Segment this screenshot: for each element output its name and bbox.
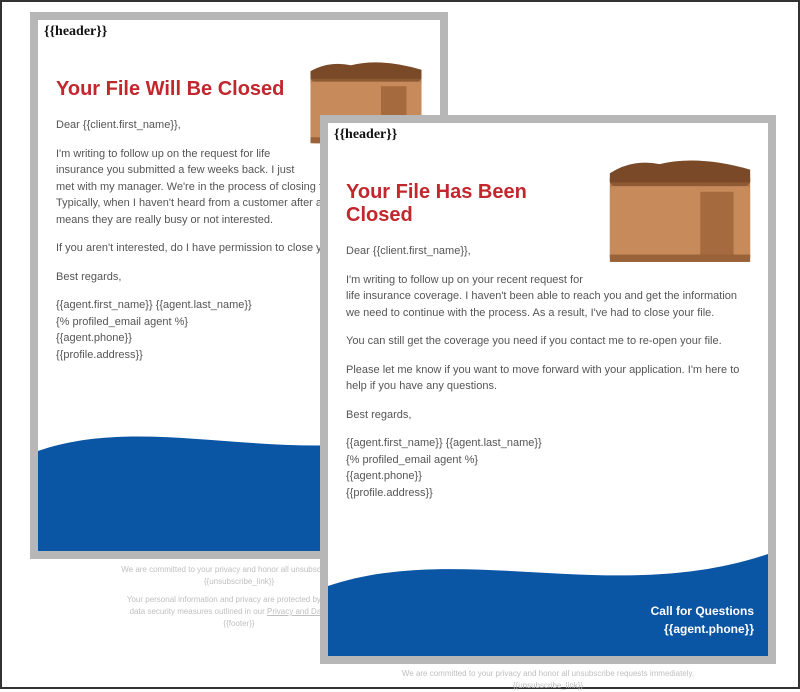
header-placeholder: {{header}}: [328, 123, 768, 143]
agent-email: {% profiled_email agent %}: [346, 454, 478, 466]
agent-phone: {{agent.phone}}: [56, 332, 132, 344]
file-folder-image: [606, 153, 754, 273]
agent-name: {{agent.first_name}} {{agent.last_name}}: [346, 437, 542, 449]
blue-wave: [328, 536, 768, 656]
paragraph-3: Please let me know if you want to move f…: [346, 362, 750, 395]
agent-email: {% profiled_email agent %}: [56, 316, 188, 328]
signature-block: {{agent.first_name}} {{agent.last_name}}…: [346, 435, 750, 501]
footer-unsubscribe: {{unsubscribe_link}}: [320, 680, 776, 692]
email-body: Dear {{client.first_name}}, I'm writing …: [346, 243, 750, 501]
email-template-front: {{header}} Your File Has Been Closed Dea…: [320, 115, 776, 664]
agent-name: {{agent.first_name}} {{agent.last_name}}: [56, 299, 252, 311]
agent-phone: {{agent.phone}}: [346, 470, 422, 482]
paragraph-1: I'm writing to follow up on your recent …: [346, 272, 750, 322]
paragraph-2: You can still get the coverage you need …: [346, 333, 750, 350]
signoff: Best regards,: [346, 407, 750, 424]
footer-line: We are committed to your privacy and hon…: [320, 668, 776, 680]
agent-address: {{profile.address}}: [346, 487, 433, 499]
footer-front: We are committed to your privacy and hon…: [320, 668, 776, 692]
cta-block: Call for Questions {{agent.phone}}: [651, 602, 754, 638]
agent-address: {{profile.address}}: [56, 349, 143, 361]
cta-line1: Call for Questions: [651, 604, 754, 618]
header-placeholder: {{header}}: [38, 20, 440, 40]
cta-line2: {{agent.phone}}: [664, 622, 754, 636]
